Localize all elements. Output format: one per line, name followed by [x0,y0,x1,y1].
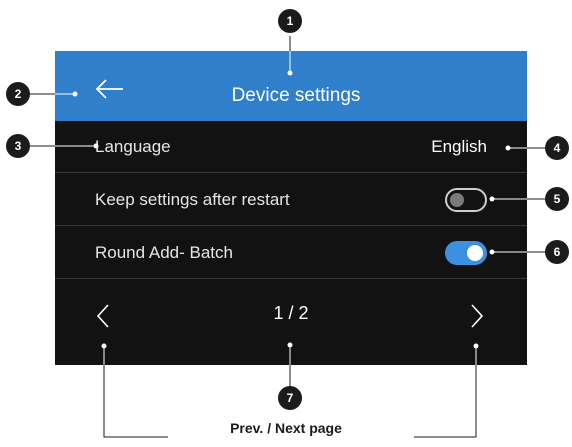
language-value[interactable]: English [431,121,487,173]
page-title: Device settings [231,85,361,106]
settings-row-keep-settings: Keep settings after restart [55,174,527,226]
settings-row-language[interactable]: Language English [55,121,527,173]
callout-7: 7 [278,386,302,410]
keep-settings-toggle[interactable] [445,188,487,212]
annotated-figure: Device settings Language English Keep se… [0,0,572,447]
chevron-right-icon [471,304,484,328]
callout-1: 1 [278,9,302,33]
page-indicator: 1 / 2 [273,303,309,323]
prev-next-caption: Prev. / Next page [230,420,342,436]
language-label: Language [95,137,171,156]
settings-row-round-add-batch: Round Add- Batch [55,227,527,279]
device-screen: Device settings Language English Keep se… [55,51,527,365]
callout-5: 5 [545,187,569,211]
toggle-knob [450,193,464,207]
round-add-batch-label: Round Add- Batch [95,243,233,262]
callout-2: 2 [6,82,30,106]
keep-settings-label: Keep settings after restart [95,190,290,209]
round-add-batch-toggle[interactable] [445,241,487,265]
header-bar: Device settings [55,51,527,121]
toggle-knob [467,245,483,261]
next-page-button[interactable] [467,301,487,331]
callout-4: 4 [545,136,569,160]
callout-6: 6 [545,240,569,264]
callout-3: 3 [6,134,30,158]
